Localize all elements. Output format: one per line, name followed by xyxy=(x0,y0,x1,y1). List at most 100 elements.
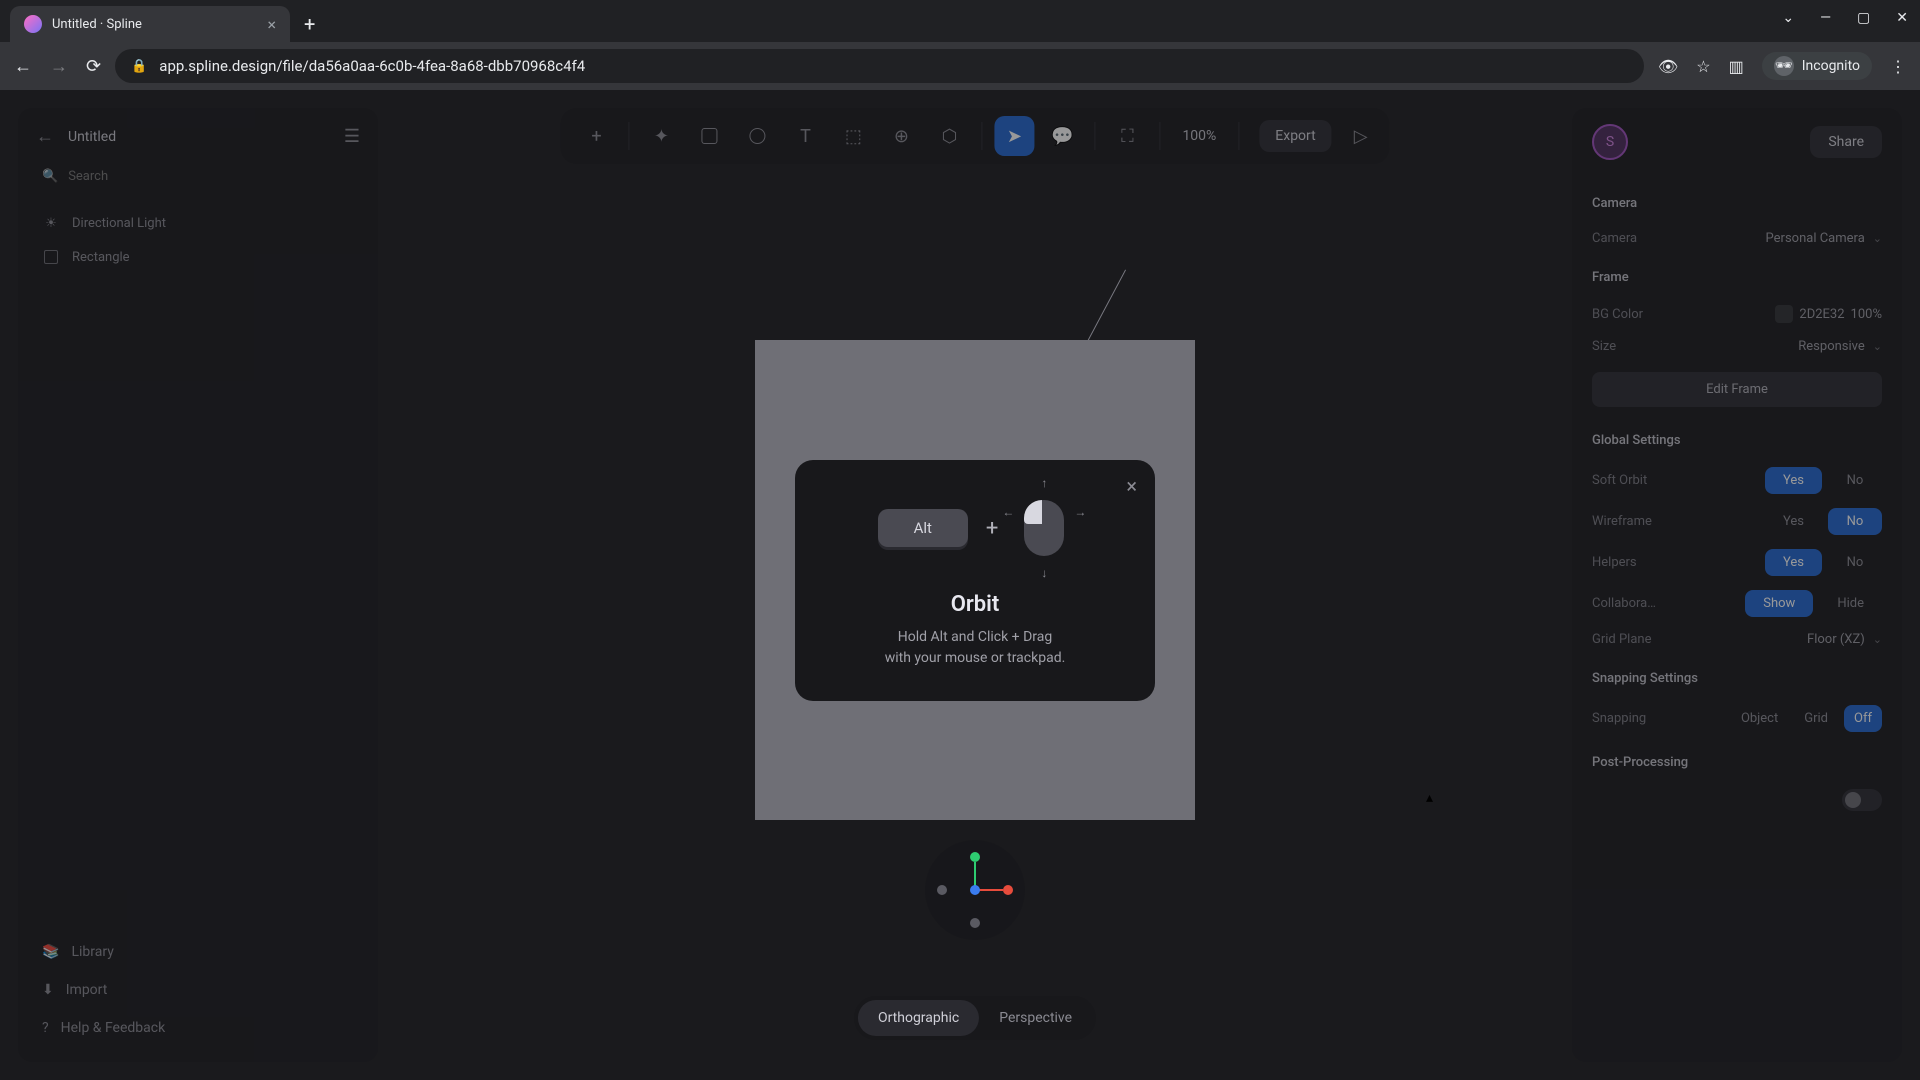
browser-tab[interactable]: Untitled · Spline × xyxy=(10,6,290,42)
frame-section-title: Frame xyxy=(1592,270,1882,285)
axis-y-handle[interactable] xyxy=(970,852,980,862)
help-icon: ? xyxy=(42,1020,49,1036)
browser-menu-icon[interactable]: ⋮ xyxy=(1890,57,1906,76)
tab-title: Untitled · Spline xyxy=(52,17,257,32)
ai-tool[interactable]: ✦ xyxy=(641,116,681,156)
right-panel: S Share Camera Camera Personal Camera ⌄ … xyxy=(1572,108,1902,1062)
incognito-badge: 🕶 Incognito xyxy=(1762,52,1872,80)
mouse-left-button-highlight xyxy=(1024,500,1042,524)
help-button[interactable]: ? Help & Feedback xyxy=(36,1012,360,1044)
rectangle-tool[interactable] xyxy=(689,116,729,156)
wireframe-no[interactable]: No xyxy=(1828,508,1882,535)
incognito-label: Incognito xyxy=(1802,58,1860,74)
edit-frame-button[interactable]: Edit Frame xyxy=(1592,372,1882,407)
document-title[interactable]: Untitled xyxy=(68,129,330,145)
cursor-icon: ▴ xyxy=(1426,790,1433,806)
new-tab-button[interactable]: + xyxy=(304,12,315,36)
browser-chrome: Untitled · Spline × + ⌄ — ▢ ✕ ← → ⟳ 🔒 ap… xyxy=(0,0,1920,90)
helpers-no[interactable]: No xyxy=(1828,549,1882,576)
bg-color-swatch[interactable] xyxy=(1775,305,1793,323)
tab-search-icon[interactable]: ⌄ xyxy=(1782,10,1794,26)
post-processing-title: Post-Processing xyxy=(1592,755,1882,770)
lock-icon: 🔒 xyxy=(131,59,147,74)
spline-favicon xyxy=(24,15,42,33)
zoom-level[interactable]: 100% xyxy=(1172,128,1226,144)
tab-close-icon[interactable]: × xyxy=(267,15,276,34)
canvas-area[interactable]: + ✦ T ⬚ ⊕ ⬡ ➤ 💬 ⛶ 100% Export ▷ × Al xyxy=(378,90,1572,1080)
add-tool[interactable]: + xyxy=(576,116,616,156)
sphere-tool[interactable]: ⊕ xyxy=(881,116,921,156)
axis-gizmo[interactable] xyxy=(925,840,1025,940)
browser-reload-button[interactable]: ⟳ xyxy=(86,56,101,77)
hierarchy-item-rectangle[interactable]: Rectangle xyxy=(36,240,360,274)
axis-neg-handle[interactable] xyxy=(970,918,980,928)
orthographic-option[interactable]: Orthographic xyxy=(858,1000,979,1036)
post-processing-switch[interactable] xyxy=(1842,789,1882,811)
bg-color-opacity[interactable]: 100% xyxy=(1851,307,1882,322)
search-input[interactable] xyxy=(68,169,354,184)
wireframe-label: Wireframe xyxy=(1592,514,1652,529)
window-close-button[interactable]: ✕ xyxy=(1896,10,1908,26)
text-tool[interactable]: T xyxy=(785,116,825,156)
light-icon: ☀ xyxy=(42,214,60,232)
search-box[interactable]: 🔍 xyxy=(36,161,360,192)
window-maximize-button[interactable]: ▢ xyxy=(1857,10,1870,26)
plus-icon: + xyxy=(986,516,998,541)
axis-z-handle[interactable] xyxy=(970,885,980,895)
window-minimize-button[interactable]: — xyxy=(1820,10,1831,26)
modal-close-button[interactable]: × xyxy=(1126,474,1137,498)
library-button[interactable]: 📚 Library xyxy=(36,936,360,968)
camera-section-title: Camera xyxy=(1592,196,1882,211)
cursor-tool[interactable]: ➤ xyxy=(994,116,1034,156)
axis-neg-handle[interactable] xyxy=(937,885,947,895)
ellipse-tool[interactable] xyxy=(737,116,777,156)
eye-off-icon[interactable]: 👁 xyxy=(1658,57,1678,76)
axis-x-handle[interactable] xyxy=(1003,885,1013,895)
browser-forward-button[interactable]: → xyxy=(50,56,68,77)
size-value: Responsive xyxy=(1798,339,1865,354)
arrow-up-icon: ↑ xyxy=(1041,476,1047,490)
wireframe-yes[interactable]: Yes xyxy=(1765,508,1822,535)
collab-show[interactable]: Show xyxy=(1745,590,1813,617)
snapping-off[interactable]: Off xyxy=(1844,705,1882,732)
global-settings-title: Global Settings xyxy=(1592,433,1882,448)
hierarchy-item-light[interactable]: ☀ Directional Light xyxy=(36,206,360,240)
export-button[interactable]: Export xyxy=(1259,120,1331,152)
reading-list-icon[interactable]: ▥ xyxy=(1729,57,1744,76)
collab-hide[interactable]: Hide xyxy=(1819,590,1882,617)
avatar-letter: S xyxy=(1606,134,1614,150)
share-button[interactable]: Share xyxy=(1810,126,1882,158)
tag-tool[interactable]: ⬡ xyxy=(929,116,969,156)
address-bar[interactable]: 🔒 app.spline.design/file/da56a0aa-6c0b-4… xyxy=(115,49,1644,83)
camera-dropdown[interactable]: Personal Camera ⌄ xyxy=(1676,231,1882,246)
search-icon: 🔍 xyxy=(42,169,58,184)
bookmark-icon[interactable]: ☆ xyxy=(1696,57,1710,76)
top-toolbar: + ✦ T ⬚ ⊕ ⬡ ➤ 💬 ⛶ 100% Export ▷ xyxy=(560,108,1389,164)
soft-orbit-yes[interactable]: Yes xyxy=(1765,467,1822,494)
comment-tool[interactable]: 💬 xyxy=(1042,116,1082,156)
size-dropdown[interactable]: Responsive ⌄ xyxy=(1676,339,1882,354)
helpers-yes[interactable]: Yes xyxy=(1765,549,1822,576)
grid-plane-value: Floor (XZ) xyxy=(1807,632,1865,647)
browser-back-button[interactable]: ← xyxy=(14,56,32,77)
chevron-down-icon: ⌄ xyxy=(1873,340,1882,353)
import-button[interactable]: ⬇ Import xyxy=(36,974,360,1006)
menu-icon[interactable]: ☰ xyxy=(344,126,360,147)
snapping-grid[interactable]: Grid xyxy=(1794,705,1838,732)
export-image-tool[interactable]: ⛶ xyxy=(1107,116,1147,156)
snapping-label: Snapping xyxy=(1592,711,1646,726)
play-button[interactable]: ▷ xyxy=(1348,126,1374,147)
snapping-object[interactable]: Object xyxy=(1731,705,1788,732)
help-label: Help & Feedback xyxy=(61,1020,166,1036)
bg-color-hex[interactable]: 2D2E32 xyxy=(1799,307,1844,322)
cube-tool[interactable]: ⬚ xyxy=(833,116,873,156)
collab-label: Collabora… xyxy=(1592,596,1656,611)
grid-plane-dropdown[interactable]: Floor (XZ) ⌄ xyxy=(1676,632,1882,647)
back-button[interactable]: ← xyxy=(36,126,54,147)
orbit-tooltip-modal: × Alt + ↑ ↓ ← → Orbit Hold Alt and Click… xyxy=(795,460,1155,701)
soft-orbit-no[interactable]: No xyxy=(1828,467,1882,494)
arrow-right-icon: → xyxy=(1074,505,1086,519)
user-avatar[interactable]: S xyxy=(1592,124,1628,160)
chevron-down-icon: ⌄ xyxy=(1873,633,1882,646)
perspective-option[interactable]: Perspective xyxy=(979,1000,1092,1036)
